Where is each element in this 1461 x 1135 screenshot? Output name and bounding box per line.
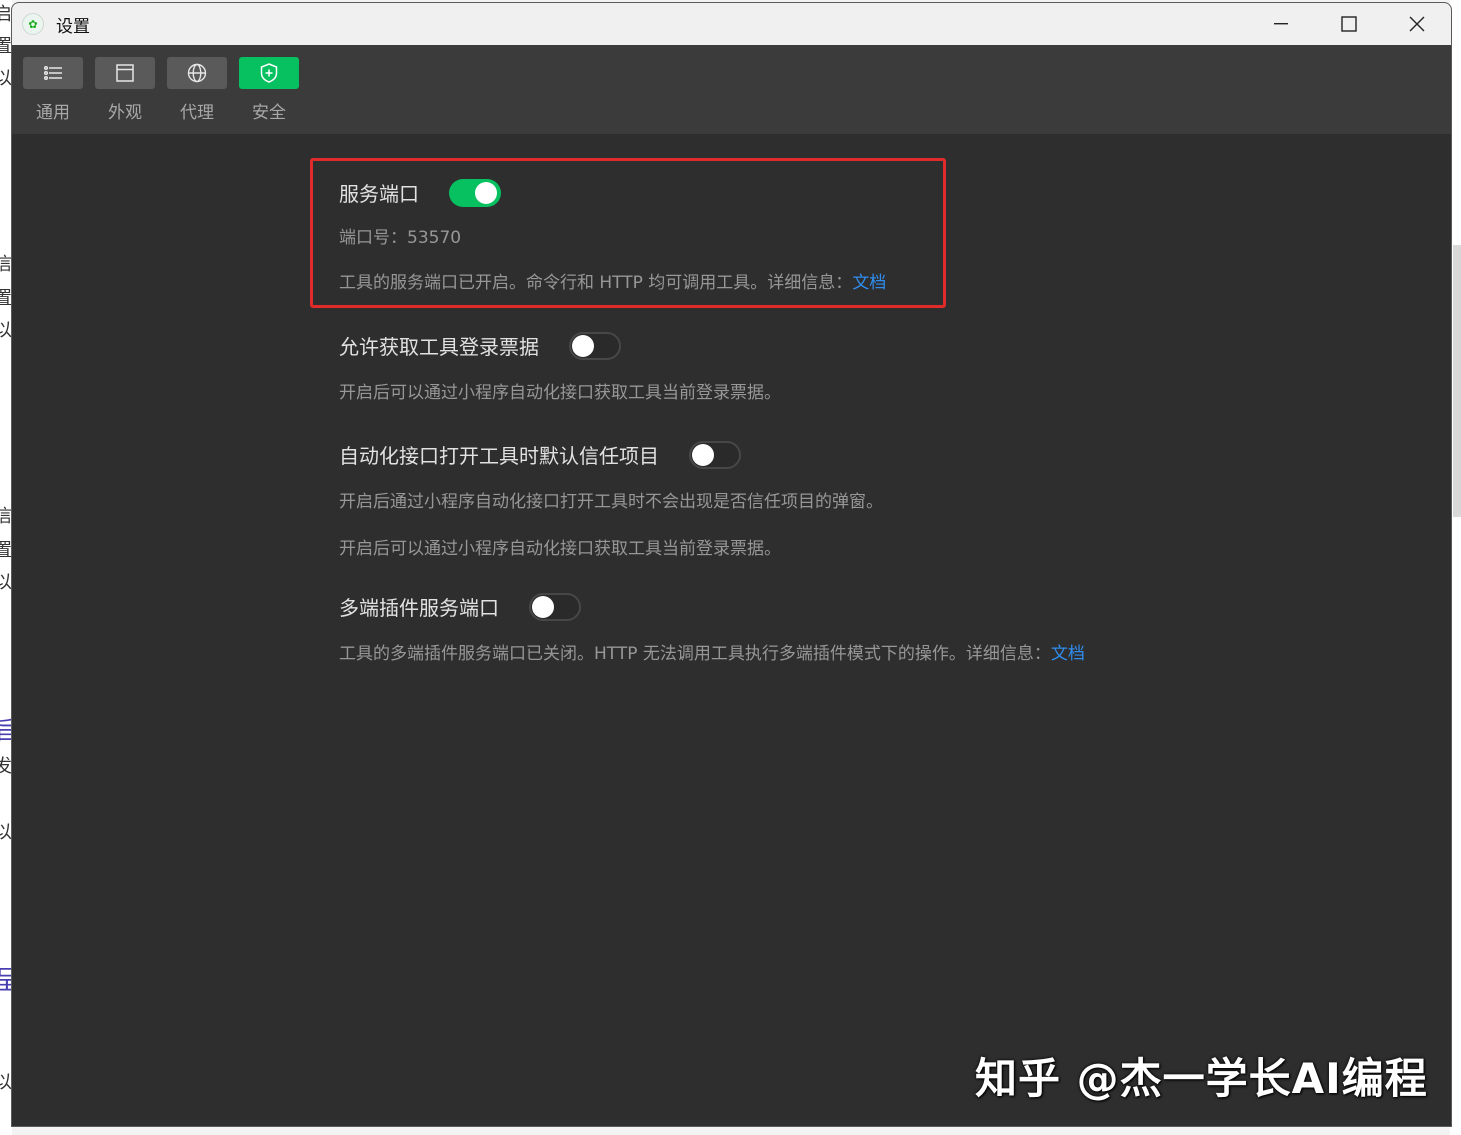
setting-multi-plugin: 多端插件服务端口 工具的多端插件服务端口已关闭。HTTP 无法调用工具执行多端插…: [339, 592, 1085, 664]
shield-icon: [239, 57, 299, 89]
allow-ticket-title: 允许获取工具登录票据: [339, 335, 539, 359]
allow-ticket-desc: 开启后可以通过小程序自动化接口获取工具当前登录票据。: [339, 383, 781, 403]
minimize-icon: [1274, 23, 1288, 25]
settings-window: ✿ 设置 通用 外观 代理 安全 服务端口 端口号：53570 工具的服务端口已…: [11, 2, 1452, 1127]
auto-trust-desc-2: 开启后可以通过小程序自动化接口获取工具当前登录票据。: [339, 539, 781, 559]
tab-appearance[interactable]: 外观: [95, 57, 155, 134]
service-port-doc-link[interactable]: 文档: [852, 273, 886, 293]
maximize-icon: [1341, 16, 1357, 32]
minimize-button[interactable]: [1247, 3, 1315, 45]
tab-general-label: 通用: [36, 103, 70, 123]
multi-plugin-desc: 工具的多端插件服务端口已关闭。HTTP 无法调用工具执行多端插件模式下的操作。详…: [339, 644, 1051, 664]
maximize-button[interactable]: [1315, 3, 1383, 45]
multi-plugin-toggle[interactable]: [529, 592, 581, 621]
tab-proxy[interactable]: 代理: [167, 57, 227, 134]
watermark-text: 知乎 @杰一学长AI编程: [975, 1054, 1428, 1103]
title-bar: ✿ 设置: [12, 3, 1451, 45]
app-logo-icon: ✿: [22, 13, 44, 35]
close-icon: [1409, 16, 1425, 32]
settings-toolbar: 通用 外观 代理 安全: [12, 45, 1451, 134]
auto-trust-desc-1: 开启后通过小程序自动化接口打开工具时不会出现是否信任项目的弹窗。: [339, 492, 883, 512]
tab-security-label: 安全: [252, 103, 286, 123]
close-button[interactable]: [1383, 3, 1451, 45]
setting-auto-trust: 自动化接口打开工具时默认信任项目 开启后通过小程序自动化接口打开工具时不会出现是…: [339, 440, 883, 559]
multi-plugin-desc-line: 工具的多端插件服务端口已关闭。HTTP 无法调用工具执行多端插件模式下的操作。详…: [339, 639, 1085, 664]
tab-general[interactable]: 通用: [23, 57, 83, 134]
service-port-desc-line: 工具的服务端口已开启。命令行和 HTTP 均可调用工具。详细信息：文档: [339, 268, 886, 293]
multi-plugin-doc-link[interactable]: 文档: [1051, 644, 1085, 664]
setting-allow-ticket: 允许获取工具登录票据 开启后可以通过小程序自动化接口获取工具当前登录票据。: [339, 331, 781, 403]
multi-plugin-title: 多端插件服务端口: [339, 596, 499, 620]
window-icon: [95, 57, 155, 89]
tab-appearance-label: 外观: [108, 103, 142, 123]
tab-security[interactable]: 安全: [239, 57, 299, 134]
window-title: 设置: [56, 16, 90, 37]
tab-proxy-label: 代理: [180, 103, 214, 123]
globe-icon: [167, 57, 227, 89]
service-port-desc: 工具的服务端口已开启。命令行和 HTTP 均可调用工具。详细信息：: [339, 273, 853, 293]
auto-trust-toggle[interactable]: [689, 440, 741, 469]
setting-service-port: 服务端口 端口号：53570 工具的服务端口已开启。命令行和 HTTP 均可调用…: [339, 178, 886, 293]
service-port-toggle[interactable]: [449, 178, 501, 207]
settings-content: 服务端口 端口号：53570 工具的服务端口已开启。命令行和 HTTP 均可调用…: [12, 134, 1451, 1126]
list-icon: [23, 57, 83, 89]
service-port-title: 服务端口: [339, 182, 419, 206]
allow-ticket-toggle[interactable]: [569, 331, 621, 360]
auto-trust-title: 自动化接口打开工具时默认信任项目: [339, 444, 659, 468]
port-number-text: 端口号：53570: [339, 228, 462, 248]
